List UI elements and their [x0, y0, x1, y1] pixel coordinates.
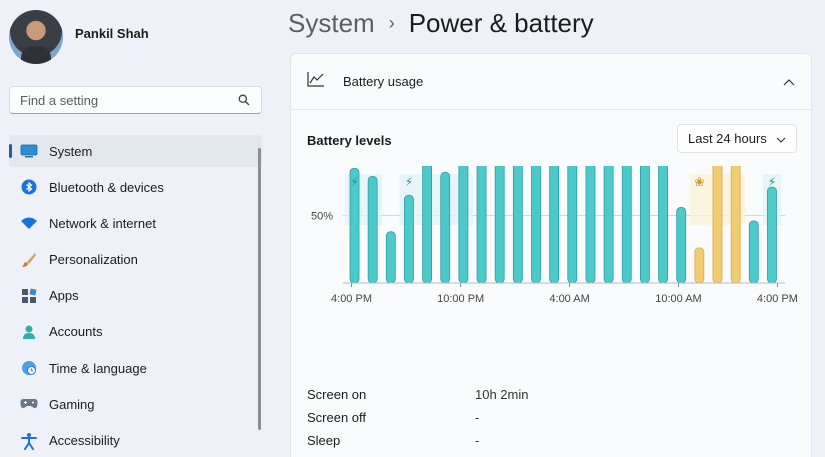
x-tick-label: 4:00 AM: [549, 293, 589, 305]
battery-bar: [658, 166, 668, 284]
battery-bar: [385, 231, 396, 284]
stat-value: -: [475, 433, 480, 448]
sidebar-item-label: Apps: [49, 288, 79, 304]
chevron-up-icon[interactable]: [783, 73, 795, 91]
battery-bar: [712, 166, 723, 284]
sidebar-item-label: Accounts: [49, 324, 103, 340]
charging-icon: ⚡: [405, 175, 413, 189]
search-icon[interactable]: [237, 93, 251, 107]
battery-bar: [440, 171, 451, 284]
sidebar: Pankil Shah System Bluetooth & devices N…: [0, 0, 270, 457]
x-tick-label: 4:00 PM: [757, 293, 798, 305]
brush-icon: [19, 250, 39, 270]
system-icon: [19, 141, 39, 161]
time-range-value: Last 24 hours: [688, 131, 767, 146]
breadcrumb: System › Power & battery: [288, 8, 594, 39]
battery-bar: [585, 166, 596, 284]
y-tick-label: 50%: [311, 211, 333, 223]
stat-label: Screen off: [307, 410, 367, 425]
battery-bar: [422, 166, 432, 284]
time-range-dropdown[interactable]: Last 24 hours: [677, 124, 797, 153]
stat-row-sleep: Sleep -: [307, 433, 528, 456]
stat-row-screen-off: Screen off -: [307, 410, 528, 433]
chevron-down-icon: [776, 131, 786, 146]
page-title: Power & battery: [408, 8, 594, 38]
sidebar-item-label: Bluetooth & devices: [49, 179, 164, 195]
wifi-icon: [19, 213, 39, 233]
sidebar-item-accessibility[interactable]: Accessibility: [9, 425, 262, 457]
sidebar-item-label: Gaming: [49, 396, 95, 412]
chart-line-icon: [307, 71, 325, 92]
battery-bar: [367, 175, 378, 284]
profile-name: Pankil Shah: [75, 25, 149, 41]
battery-usage-card: Battery usage Battery levels Last 24 hou…: [290, 53, 812, 457]
battery-bar: [512, 166, 523, 284]
search-input[interactable]: [20, 92, 237, 108]
user-profile[interactable]: Pankil Shah: [9, 10, 149, 64]
battery-bar: [603, 166, 614, 284]
bluetooth-icon: [19, 177, 39, 197]
sidebar-item-time-language[interactable]: Time & language: [9, 352, 262, 384]
sidebar-item-network[interactable]: Network & internet: [9, 207, 262, 239]
stat-value: 10h 2min: [475, 387, 529, 402]
battery-bar: [694, 247, 705, 284]
battery-bar: [640, 166, 650, 284]
globe-clock-icon: [19, 358, 39, 378]
battery-bar: [531, 166, 541, 284]
charging-icon: ⚡: [350, 175, 358, 189]
person-icon: [19, 322, 39, 342]
sidebar-item-label: System: [49, 143, 93, 159]
battery-bar: [549, 166, 560, 284]
leaf-icon: ❀: [694, 175, 704, 189]
breadcrumb-parent[interactable]: System: [288, 8, 375, 39]
apps-icon: [19, 286, 39, 306]
battery-bar: [404, 194, 414, 284]
sidebar-scrollbar[interactable]: [258, 148, 261, 430]
sidebar-item-accounts[interactable]: Accounts: [9, 316, 262, 348]
sidebar-item-label: Personalization: [49, 252, 138, 268]
sidebar-item-label: Time & language: [49, 360, 147, 376]
stat-row-screen-on: Screen on 10h 2min: [307, 387, 528, 410]
battery-bar: [767, 186, 777, 284]
sidebar-item-label: Network & internet: [49, 215, 156, 231]
sidebar-item-personalization[interactable]: Personalization: [9, 244, 262, 276]
avatar[interactable]: [9, 10, 63, 64]
usage-stats: Screen on 10h 2min Screen off - Sleep -: [307, 387, 528, 456]
stat-label: Screen on: [307, 387, 367, 402]
search-box[interactable]: [9, 86, 262, 114]
sidebar-item-system[interactable]: System: [9, 135, 262, 167]
battery-bar: [476, 166, 487, 284]
battery-usage-header[interactable]: Battery usage: [291, 54, 811, 110]
battery-bar: [676, 207, 687, 284]
x-tick-label: 4:00 PM: [331, 293, 372, 305]
accessibility-icon: [19, 431, 39, 451]
battery-bar: [748, 220, 759, 284]
battery-bar: [730, 166, 741, 284]
battery-levels-title: Battery levels: [307, 133, 392, 148]
battery-bar: [567, 166, 578, 284]
sidebar-item-gaming[interactable]: Gaming: [9, 388, 262, 420]
battery-bar: [458, 166, 469, 284]
sidebar-item-label: Accessibility: [49, 433, 120, 448]
stat-label: Sleep: [307, 433, 341, 448]
battery-bar: [621, 166, 632, 284]
stat-value: -: [475, 410, 480, 425]
charging-icon: ⚡: [768, 175, 776, 189]
x-tick-label: 10:00 PM: [437, 293, 484, 305]
breadcrumb-separator: ›: [388, 13, 395, 33]
sidebar-item-bluetooth[interactable]: Bluetooth & devices: [9, 171, 262, 203]
battery-levels-chart: 100%50%⚡⚡❀⚡4:00 PM10:00 PM4:00 AM10:00 A…: [311, 166, 798, 305]
sidebar-nav: System Bluetooth & devices Network & int…: [9, 135, 262, 457]
gamepad-icon: [19, 394, 39, 414]
x-tick-label: 10:00 AM: [655, 293, 701, 305]
battery-bar: [494, 166, 505, 284]
sidebar-item-apps[interactable]: Apps: [9, 280, 262, 312]
battery-usage-title: Battery usage: [343, 74, 424, 89]
